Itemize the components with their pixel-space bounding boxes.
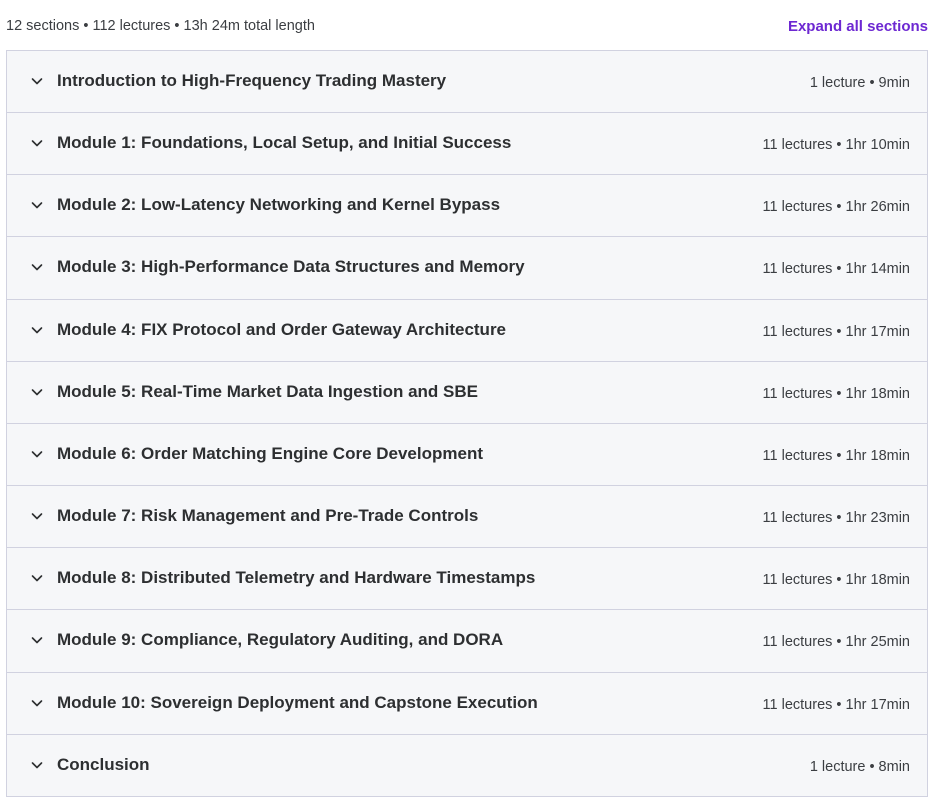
chevron-down-icon xyxy=(30,758,44,772)
section-meta: 11 lectures • 1hr 25min xyxy=(762,633,910,650)
section-meta: 11 lectures • 1hr 23min xyxy=(762,509,910,526)
section-title: Module 3: High-Performance Data Structur… xyxy=(57,257,525,276)
section-row[interactable]: Module 9: Compliance, Regulatory Auditin… xyxy=(7,610,927,673)
section-title: Module 6: Order Matching Engine Core Dev… xyxy=(57,443,483,463)
course-summary: 12 sections • 112 lectures • 13h 24m tot… xyxy=(6,18,315,34)
section-meta: 11 lectures • 1hr 17min xyxy=(762,323,910,340)
section-row[interactable]: Module 10: Sovereign Deployment and Caps… xyxy=(7,673,927,735)
section-row[interactable]: Module 5: Real-Time Market Data Ingestio… xyxy=(7,362,927,424)
section-meta: 11 lectures • 1hr 18min xyxy=(762,385,910,402)
section-title: Module 1: Foundations, Local Setup, and … xyxy=(57,132,512,152)
section-row[interactable]: Introduction to High-Frequency Trading M… xyxy=(7,51,927,113)
section-meta: 11 lectures • 1hr 18min xyxy=(762,571,910,588)
section-meta: 11 lectures • 1hr 18min xyxy=(762,447,910,464)
section-title: Introduction to High-Frequency Trading M… xyxy=(57,70,447,90)
section-title: Module 7: Risk Management and Pre-Trade … xyxy=(57,505,479,525)
section-row[interactable]: Module 8: Distributed Telemetry and Hard… xyxy=(7,548,927,610)
section-row[interactable]: Module 6: Order Matching Engine Core Dev… xyxy=(7,424,927,486)
section-meta: 11 lectures • 1hr 17min xyxy=(762,696,910,713)
chevron-down-icon xyxy=(30,323,44,337)
section-row[interactable]: Module 1: Foundations, Local Setup, and … xyxy=(7,113,927,175)
section-title: Module 4: FIX Protocol and Order Gateway… xyxy=(57,319,507,339)
section-row[interactable]: Module 3: High-Performance Data Structur… xyxy=(7,237,927,300)
curriculum-header: 12 sections • 112 lectures • 13h 24m tot… xyxy=(0,0,935,50)
chevron-down-icon xyxy=(30,447,44,461)
chevron-down-icon xyxy=(30,74,44,88)
section-title: Conclusion xyxy=(57,754,150,774)
section-title: Module 2: Low-Latency Networking and Ker… xyxy=(57,194,501,214)
section-title: Module 9: Compliance, Regulatory Auditin… xyxy=(57,630,504,649)
chevron-down-icon xyxy=(30,571,44,585)
chevron-down-icon xyxy=(30,633,44,647)
section-title: Module 10: Sovereign Deployment and Caps… xyxy=(57,692,538,712)
section-meta: 1 lecture • 8min xyxy=(809,758,910,775)
section-meta: 11 lectures • 1hr 26min xyxy=(762,198,910,215)
section-meta: 11 lectures • 1hr 14min xyxy=(762,260,910,277)
section-title: Module 8: Distributed Telemetry and Hard… xyxy=(57,567,536,587)
chevron-down-icon xyxy=(30,696,44,710)
chevron-down-icon xyxy=(30,260,44,274)
section-row[interactable]: Module 4: FIX Protocol and Order Gateway… xyxy=(7,300,927,362)
section-row[interactable]: Conclusion 1 lecture • 8min xyxy=(7,735,927,797)
chevron-down-icon xyxy=(30,509,44,523)
section-meta: 11 lectures • 1hr 10min xyxy=(762,136,910,153)
section-list: Introduction to High-Frequency Trading M… xyxy=(6,50,928,797)
section-row[interactable]: Module 7: Risk Management and Pre-Trade … xyxy=(7,486,927,548)
section-row[interactable]: Module 2: Low-Latency Networking and Ker… xyxy=(7,175,927,237)
chevron-down-icon xyxy=(30,136,44,150)
section-title: Module 5: Real-Time Market Data Ingestio… xyxy=(57,381,478,401)
section-meta: 1 lecture • 9min xyxy=(809,74,910,91)
chevron-down-icon xyxy=(30,385,44,399)
chevron-down-icon xyxy=(30,198,44,212)
expand-all-sections-button[interactable]: Expand all sections xyxy=(788,18,928,35)
